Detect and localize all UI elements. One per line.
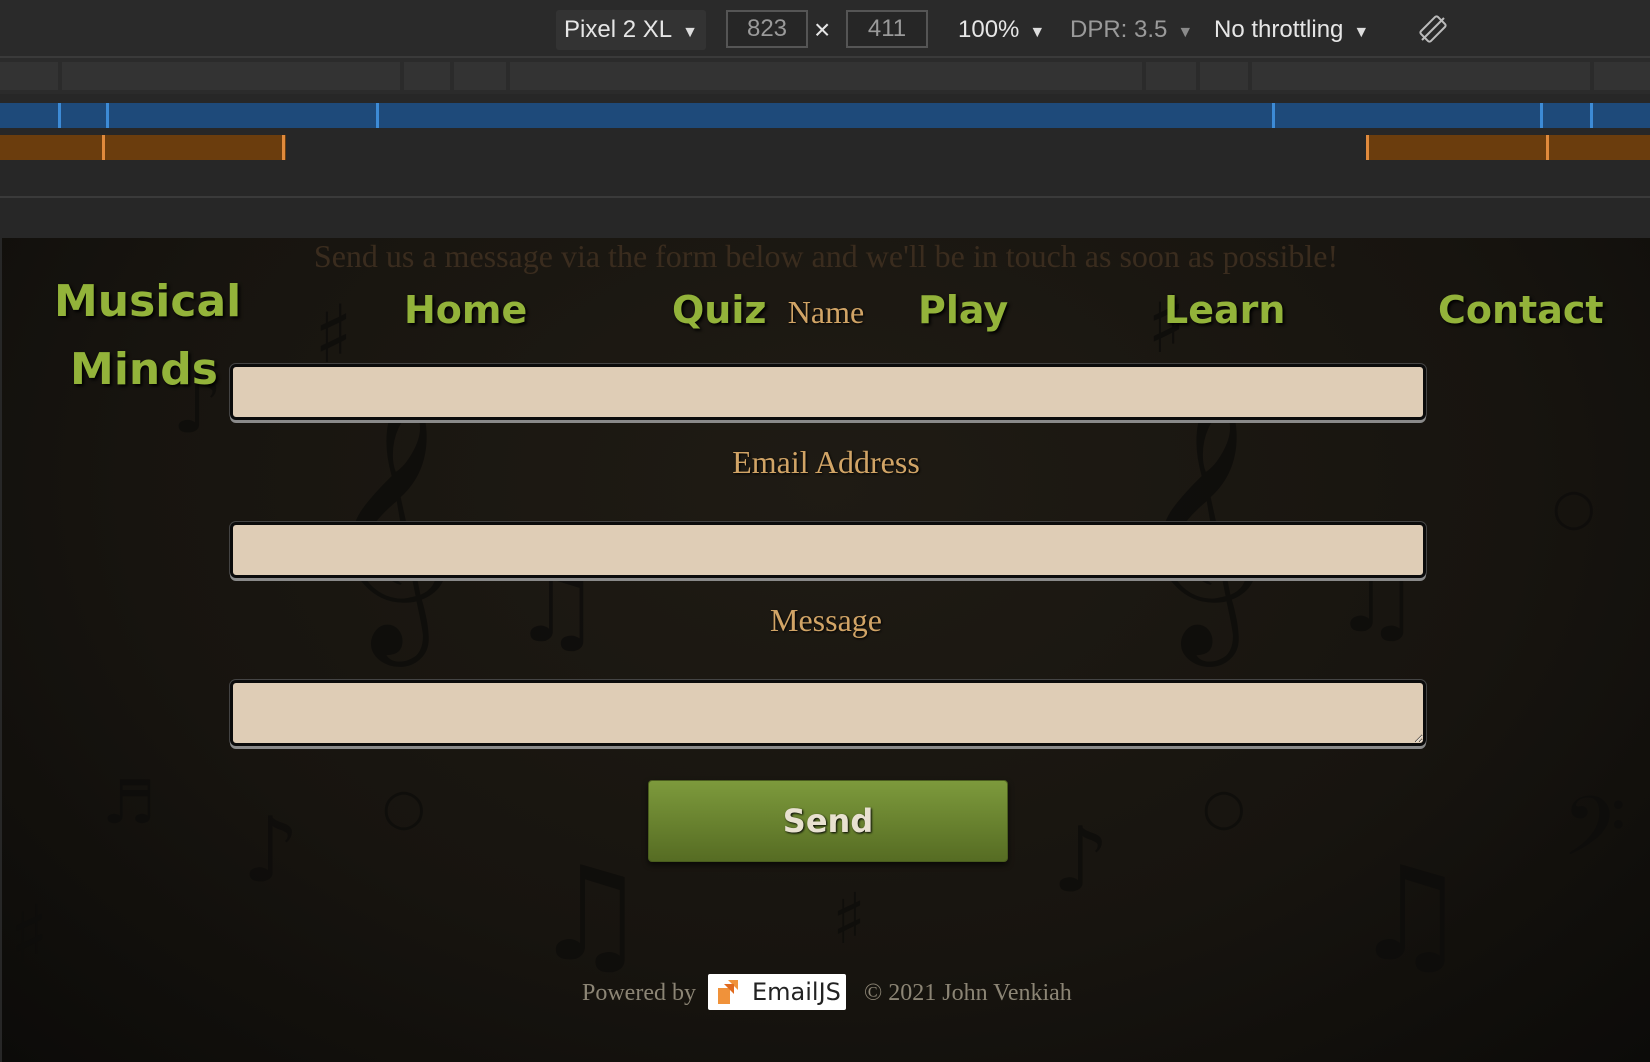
name-label: Name: [787, 294, 865, 330]
eighth-notes-icon: ♫: [1352, 838, 1469, 990]
name-input[interactable]: [230, 364, 1426, 420]
device-ruler: [0, 58, 1650, 94]
emailjs-badge[interactable]: EmailJS: [708, 974, 846, 1010]
chevron-down-icon: ▼: [682, 24, 698, 41]
media-query-bar-max-width[interactable]: [0, 103, 1650, 128]
sharp-icon: ♯: [10, 888, 49, 981]
quarter-note-icon: ♪: [1052, 808, 1110, 913]
intro-text: Send us a message via the form below and…: [313, 238, 1339, 274]
chevron-down-icon: ▼: [1177, 24, 1194, 41]
media-query-bar-min-width-right[interactable]: [1366, 135, 1650, 160]
emailjs-label: EmailJS: [752, 978, 841, 1006]
width-input[interactable]: [726, 10, 808, 48]
chevron-down-icon: ▼: [1353, 24, 1370, 41]
throttling-select[interactable]: No throttling ▼: [1214, 0, 1369, 56]
throttling-label: No throttling: [1214, 16, 1344, 43]
device-toolbar: Pixel 2 XL ▼ × 100% ▼ DPR: 3.5 ▼ No throttl…: [0, 0, 1650, 58]
footer: Powered by EmailJS © 2021 John Venkiah: [2, 974, 1650, 1018]
media-query-bar-min-width-left[interactable]: [0, 135, 286, 160]
zoom-label: 100%: [958, 16, 1020, 43]
device-select[interactable]: Pixel 2 XL ▼: [556, 10, 706, 50]
emailjs-logo-icon: [718, 980, 738, 1004]
whole-note-icon: ○: [382, 778, 426, 836]
device-select-label: Pixel 2 XL: [564, 16, 673, 43]
bass-clef-icon: 𝄢: [1562, 778, 1627, 895]
rotate-icon[interactable]: [1418, 14, 1448, 44]
sixteenth-notes-icon: ♬: [102, 768, 156, 838]
sharp-icon: ♯: [832, 878, 866, 960]
send-button[interactable]: Send: [648, 780, 1008, 862]
zoom-select[interactable]: 100% ▼: [958, 0, 1045, 56]
logo-line-2: Minds: [70, 344, 218, 395]
copyright-text: © 2021 John Venkiah: [864, 980, 1072, 1006]
whole-note-icon: ○: [1202, 778, 1246, 836]
times-sign: ×: [814, 14, 831, 45]
powered-by-text: Powered by: [582, 980, 696, 1006]
chevron-down-icon: ▼: [1029, 24, 1046, 41]
quarter-note-icon: ♪: [242, 798, 300, 903]
message-textarea[interactable]: [230, 680, 1426, 746]
email-input[interactable]: [230, 522, 1426, 578]
email-label: Email Address: [732, 444, 920, 480]
page-viewport: ♯ ♯ ♪ 𝄞 𝄞 ♫ ♫ ♪ ♫ ♫ ♪ ♯ ♯ 𝄢 ♬ ○ ○ ○ Send…: [2, 238, 1650, 1062]
height-input[interactable]: [846, 10, 928, 48]
message-label: Message: [770, 602, 882, 638]
dpr-label: DPR: 3.5: [1070, 16, 1168, 43]
dpr-select[interactable]: DPR: 3.5 ▼: [1070, 0, 1193, 56]
site-logo[interactable]: Musical Minds: [54, 268, 241, 404]
whole-note-icon: ○: [1552, 478, 1596, 536]
music-notes-background: ♯ ♯ ♪ 𝄞 𝄞 ♫ ♫ ♪ ♫ ♫ ♪ ♯ ♯ 𝄢 ♬ ○ ○ ○: [2, 238, 1650, 1062]
divider: [0, 196, 1650, 198]
eighth-notes-icon: ♫: [532, 838, 649, 990]
